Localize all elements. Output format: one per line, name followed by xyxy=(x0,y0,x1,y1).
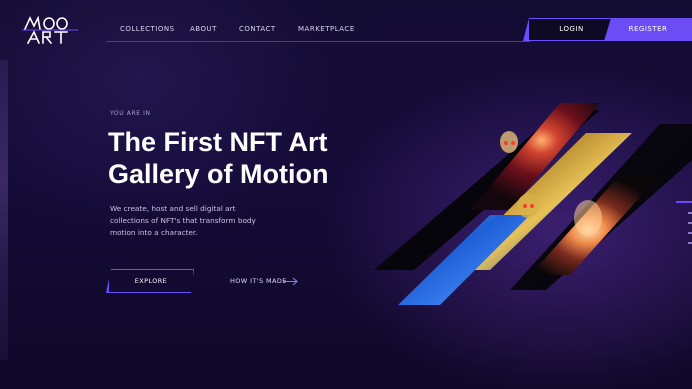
header-divider xyxy=(106,41,530,42)
landing-page: COLLECTIONS ABOUT CONTACT MARKETPLACE LO… xyxy=(0,0,692,389)
hero-title: The First NFT Art Gallery of Motion xyxy=(108,126,368,190)
nav-about[interactable]: ABOUT xyxy=(190,25,217,33)
how-its-made-link[interactable]: HOW IT'S MADE xyxy=(230,277,287,285)
hero-description-line1: We create, host and sell digital art xyxy=(110,204,236,213)
hero-title-line2: Gallery of Motion xyxy=(108,159,329,189)
hero-description-line2: collections of NFT's that transform body xyxy=(110,216,256,225)
slide-indicator-active[interactable] xyxy=(676,201,692,203)
slide-indicator[interactable] xyxy=(688,242,692,244)
register-button[interactable]: REGISTER xyxy=(604,18,692,41)
slide-indicator[interactable] xyxy=(688,212,692,214)
arrow-right-icon[interactable] xyxy=(283,277,299,286)
nft-art-collage xyxy=(374,103,692,305)
explore-button[interactable]: EXPLORE xyxy=(106,269,194,293)
hero-eyebrow: YOU ARE IN xyxy=(110,110,151,117)
slide-indicator[interactable] xyxy=(688,232,692,234)
nav-marketplace[interactable]: MARKETPLACE xyxy=(298,25,355,33)
nav-collections[interactable]: COLLECTIONS xyxy=(120,25,175,33)
moo-art-logo[interactable] xyxy=(22,13,80,45)
side-image-strip xyxy=(0,60,8,360)
hero-title-line1: The First NFT Art xyxy=(108,127,328,157)
hero-description: We create, host and sell digital art col… xyxy=(110,203,300,239)
slide-indicator[interactable] xyxy=(688,222,692,224)
hero-description-line3: motion into a character. xyxy=(110,228,198,237)
login-button[interactable]: LOGIN xyxy=(523,18,615,41)
nav-contact[interactable]: CONTACT xyxy=(239,25,276,33)
